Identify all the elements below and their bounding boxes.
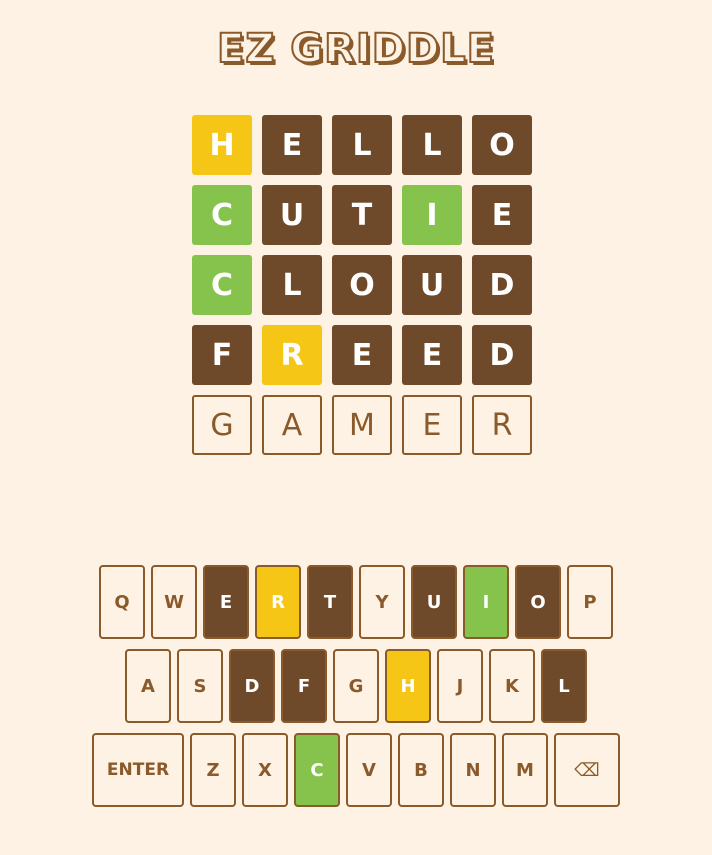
board-tile: D	[472, 325, 532, 385]
enter-key[interactable]: ENTER	[92, 733, 184, 807]
board-tile: C	[192, 185, 252, 245]
key-v[interactable]: V	[346, 733, 392, 807]
board-tile: H	[192, 115, 252, 175]
board-tile: F	[192, 325, 252, 385]
key-a[interactable]: A	[125, 649, 171, 723]
key-q[interactable]: Q	[99, 565, 145, 639]
board-tile: E	[402, 395, 462, 455]
board-tile: G	[192, 395, 252, 455]
guess-board: HELLOCUTIECLOUDFREEDGAMER	[192, 115, 532, 455]
key-x[interactable]: X	[242, 733, 288, 807]
key-d[interactable]: D	[229, 649, 275, 723]
board-tile: O	[332, 255, 392, 315]
key-n[interactable]: N	[450, 733, 496, 807]
key-g[interactable]: G	[333, 649, 379, 723]
key-w[interactable]: W	[151, 565, 197, 639]
key-s[interactable]: S	[177, 649, 223, 723]
key-e[interactable]: E	[203, 565, 249, 639]
key-f[interactable]: F	[281, 649, 327, 723]
key-b[interactable]: B	[398, 733, 444, 807]
board-tile: E	[332, 325, 392, 385]
key-r[interactable]: R	[255, 565, 301, 639]
board-tile: E	[262, 115, 322, 175]
board-tile: L	[332, 115, 392, 175]
board-tile: T	[332, 185, 392, 245]
key-z[interactable]: Z	[190, 733, 236, 807]
key-u[interactable]: U	[411, 565, 457, 639]
key-o[interactable]: O	[515, 565, 561, 639]
board-tile: L	[402, 115, 462, 175]
key-p[interactable]: P	[567, 565, 613, 639]
keyboard-row-2: ASDFGHJKL	[0, 649, 712, 723]
key-y[interactable]: Y	[359, 565, 405, 639]
board-tile: D	[472, 255, 532, 315]
board-tile: L	[262, 255, 322, 315]
key-h[interactable]: H	[385, 649, 431, 723]
board-tile: O	[472, 115, 532, 175]
board-tile: E	[472, 185, 532, 245]
game-title: EZ GRIDDLE	[216, 25, 495, 73]
key-i[interactable]: I	[463, 565, 509, 639]
board-tile: R	[262, 325, 322, 385]
key-j[interactable]: J	[437, 649, 483, 723]
board-tile: A	[262, 395, 322, 455]
key-l[interactable]: L	[541, 649, 587, 723]
key-k[interactable]: K	[489, 649, 535, 723]
board-tile: M	[332, 395, 392, 455]
board-tile: E	[402, 325, 462, 385]
board-tile: R	[472, 395, 532, 455]
key-m[interactable]: M	[502, 733, 548, 807]
key-c[interactable]: C	[294, 733, 340, 807]
board-tile: I	[402, 185, 462, 245]
keyboard-row-3: ENTER Z X C V B N M ⌫	[0, 733, 712, 807]
board-tile: C	[192, 255, 252, 315]
backspace-key[interactable]: ⌫	[554, 733, 620, 807]
key-t[interactable]: T	[307, 565, 353, 639]
board-tile: U	[402, 255, 462, 315]
board-tile: U	[262, 185, 322, 245]
keyboard-row-1: QWERTYUIOP	[0, 565, 712, 639]
